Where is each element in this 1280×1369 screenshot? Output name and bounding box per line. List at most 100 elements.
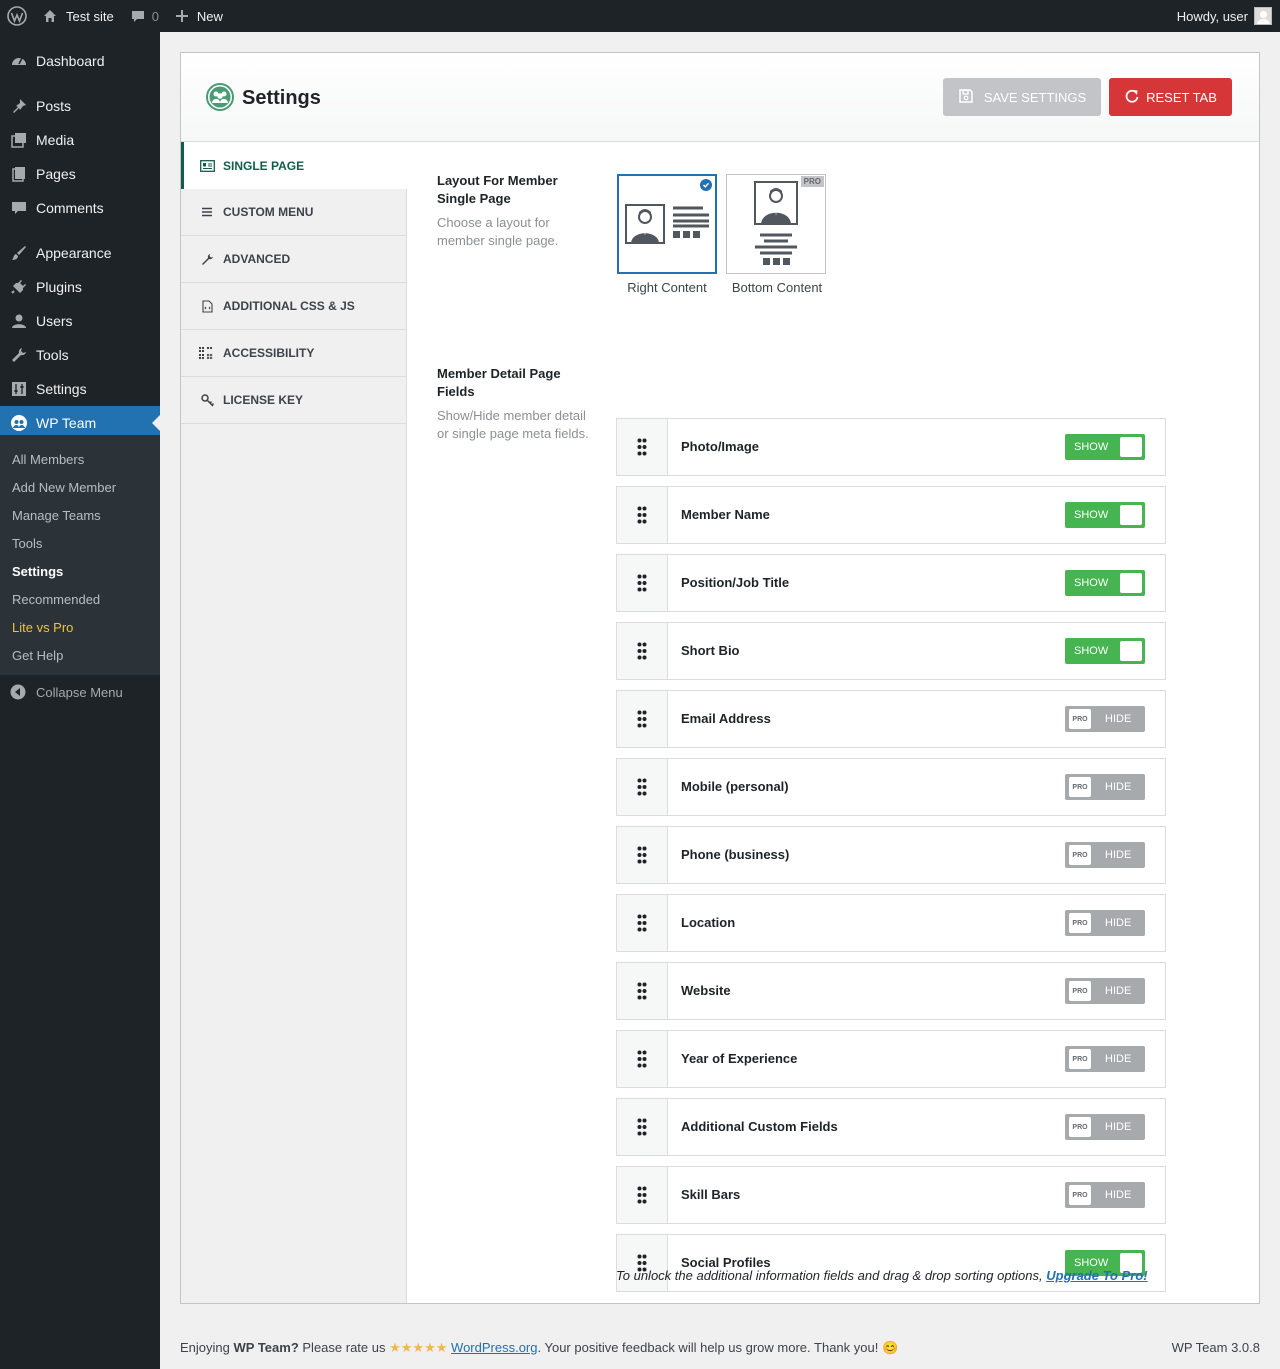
visibility-toggle[interactable]: HIDE PRO	[1065, 842, 1145, 868]
pro-badge: PRO	[1069, 1117, 1091, 1137]
fields-section-label: Member Detail Page Fields	[437, 366, 561, 399]
menu-settings-label: Settings	[36, 381, 87, 397]
reset-tab-label: RESET TAB	[1146, 89, 1217, 105]
menu-appearance-label: Appearance	[36, 245, 112, 261]
upgrade-to-pro-link[interactable]: Upgrade To Pro!	[1046, 1268, 1147, 1283]
layout-option-bottom-content[interactable]: PRO	[726, 174, 826, 274]
field-row: Photo/Image SHOW	[616, 418, 1166, 476]
sliders-icon	[0, 380, 36, 398]
menu-tools[interactable]: Tools	[0, 338, 160, 372]
drag-handle-icon[interactable]	[617, 1099, 668, 1155]
tab-advanced[interactable]: ADVANCED	[181, 236, 407, 283]
wordpress-logo-icon[interactable]	[0, 0, 34, 32]
visibility-toggle[interactable]: SHOW	[1065, 570, 1145, 596]
visibility-toggle[interactable]: HIDE PRO	[1065, 1114, 1145, 1140]
drag-handle-icon[interactable]	[617, 419, 668, 475]
menu-wp-team-label: WP Team	[36, 415, 97, 431]
field-row: Position/Job Title SHOW	[616, 554, 1166, 612]
footer-rating-message: Enjoying WP Team? Please rate us ★★★★★ W…	[180, 1340, 898, 1356]
drag-handle-icon[interactable]	[617, 487, 668, 543]
drag-handle-icon[interactable]	[617, 1167, 668, 1223]
menu-settings[interactable]: Settings	[0, 372, 160, 406]
submenu-all-members[interactable]: All Members	[12, 452, 84, 467]
field-row: Year of Experience HIDE PRO	[616, 1030, 1166, 1088]
checkmark-icon	[700, 179, 712, 191]
drag-handle-icon[interactable]	[617, 623, 668, 679]
collapse-menu-button[interactable]: Collapse Menu	[0, 677, 160, 707]
menu-media-label: Media	[36, 132, 75, 148]
team-icon	[0, 414, 36, 432]
tab-single-page-label: SINGLE PAGE	[223, 158, 305, 173]
menu-appearance[interactable]: Appearance	[0, 236, 160, 270]
visibility-toggle[interactable]: HIDE PRO	[1065, 1046, 1145, 1072]
submenu-manage-teams[interactable]: Manage Teams	[12, 508, 101, 523]
collapse-arrow-icon	[0, 684, 36, 700]
visibility-toggle[interactable]: HIDE PRO	[1065, 978, 1145, 1004]
visibility-toggle[interactable]: SHOW	[1065, 502, 1145, 528]
visibility-toggle[interactable]: HIDE PRO	[1065, 910, 1145, 936]
pages-icon	[0, 165, 36, 183]
drag-handle-icon[interactable]	[617, 895, 668, 951]
submenu-recommended[interactable]: Recommended	[12, 592, 100, 607]
menu-dashboard[interactable]: Dashboard	[0, 44, 160, 78]
fields-section-description: Show/Hide member detail or single page m…	[437, 408, 589, 441]
avatar	[1254, 7, 1272, 25]
field-row: Skill Bars HIDE PRO	[616, 1166, 1166, 1224]
toggle-state-label: HIDE	[1105, 985, 1132, 997]
field-name: Position/Job Title	[681, 575, 790, 590]
submenu-settings[interactable]: Settings	[12, 564, 63, 579]
pro-badge: PRO	[1069, 709, 1091, 729]
save-settings-button[interactable]: SAVE SETTINGS	[943, 78, 1101, 116]
field-row: Email Address HIDE PRO	[616, 690, 1166, 748]
visibility-toggle[interactable]: SHOW	[1065, 434, 1145, 460]
drag-handle-icon[interactable]	[617, 827, 668, 883]
rating-stars[interactable]: ★★★★★	[389, 1340, 447, 1355]
field-name: Skill Bars	[681, 1187, 741, 1202]
toggle-knob	[1120, 437, 1142, 457]
reset-tab-button[interactable]: RESET TAB	[1109, 78, 1232, 116]
menu-posts[interactable]: Posts	[0, 89, 160, 123]
drag-handle-icon[interactable]	[617, 1031, 668, 1087]
comments-link[interactable]: 0	[122, 0, 167, 32]
menu-pages[interactable]: Pages	[0, 157, 160, 191]
tab-single-page[interactable]: SINGLE PAGE	[181, 142, 408, 189]
menu-users[interactable]: Users	[0, 304, 160, 338]
field-name: Location	[681, 915, 736, 930]
menu-comments-label: Comments	[36, 200, 104, 216]
tab-license-key[interactable]: LICENSE KEY	[181, 377, 407, 424]
drag-handle-icon[interactable]	[617, 555, 668, 611]
visibility-toggle[interactable]: SHOW	[1065, 638, 1145, 664]
new-content-link[interactable]: New	[167, 0, 231, 32]
toggle-state-label: HIDE	[1105, 1121, 1132, 1133]
site-name-link[interactable]: Test site	[34, 0, 122, 32]
field-name: Mobile (personal)	[681, 779, 789, 794]
visibility-toggle[interactable]: HIDE PRO	[1065, 1182, 1145, 1208]
submenu-tools[interactable]: Tools	[12, 536, 42, 551]
media-icon	[0, 131, 36, 149]
wordpress-org-link[interactable]: WordPress.org	[451, 1340, 537, 1355]
toggle-state-label: HIDE	[1105, 781, 1132, 793]
visibility-toggle[interactable]: HIDE PRO	[1065, 774, 1145, 800]
toggle-state-label: SHOW	[1074, 509, 1109, 521]
tab-custom-menu[interactable]: CUSTOM MENU	[181, 189, 407, 236]
drag-handle-icon[interactable]	[617, 963, 668, 1019]
field-name: Photo/Image	[681, 439, 760, 454]
tab-additional-css-js[interactable]: ADDITIONAL CSS & JS	[181, 283, 407, 330]
wrench-icon	[199, 253, 215, 266]
footer-plugin-name: WP Team?	[233, 1340, 299, 1355]
toggle-state-label: HIDE	[1105, 849, 1132, 861]
layout-option-right-content[interactable]	[617, 174, 717, 274]
tab-accessibility[interactable]: ACCESSIBILITY	[181, 330, 407, 377]
drag-handle-icon[interactable]	[617, 759, 668, 815]
menu-plugins[interactable]: Plugins	[0, 270, 160, 304]
menu-comments[interactable]: Comments	[0, 191, 160, 225]
field-row: Short Bio SHOW	[616, 622, 1166, 680]
footer-version: WP Team 3.0.8	[1171, 1340, 1260, 1355]
menu-media[interactable]: Media	[0, 123, 160, 157]
drag-handle-icon[interactable]	[617, 691, 668, 747]
account-menu[interactable]: Howdy, user	[1169, 0, 1280, 32]
submenu-add-new-member[interactable]: Add New Member	[12, 480, 116, 495]
submenu-get-help[interactable]: Get Help	[12, 648, 63, 663]
submenu-lite-vs-pro[interactable]: Lite vs Pro	[12, 620, 73, 635]
visibility-toggle[interactable]: HIDE PRO	[1065, 706, 1145, 732]
